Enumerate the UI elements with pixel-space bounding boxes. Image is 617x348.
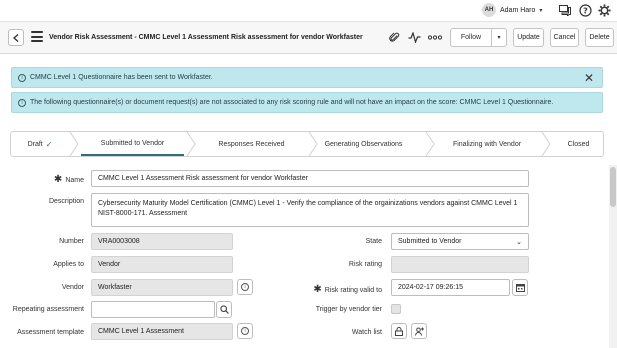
state-label: State: [365, 238, 382, 245]
chevron-down-icon: ⌄: [516, 238, 522, 246]
close-icon[interactable]: ✕: [584, 71, 594, 85]
follow-control: Follow ▾: [450, 28, 507, 47]
vertical-scrollbar[interactable]: [609, 165, 617, 348]
vendor-label: Vendor: [61, 284, 84, 291]
delete-button[interactable]: Delete: [585, 28, 614, 47]
attachment-icon[interactable]: [388, 30, 402, 44]
activity-icon[interactable]: [407, 30, 421, 44]
required-asterisk-icon: ✱: [313, 284, 322, 295]
risk-rating-valid-field[interactable]: 2024-02-17 09:26:15: [391, 279, 510, 296]
state-select[interactable]: Submitted to Vendor ⌄: [391, 233, 529, 250]
stage-draft: Draft ✓: [27, 139, 53, 149]
caret-down-icon: ▾: [497, 35, 501, 41]
name-label: ✱ Name: [53, 174, 84, 185]
stage-submitted-to-vendor: Submitted to Vendor: [81, 132, 184, 156]
watch-list-lock-button[interactable]: [391, 323, 407, 339]
caret-down-icon: ▾: [539, 7, 543, 14]
vendor-info-button[interactable]: i: [237, 279, 253, 295]
description-label: Description: [48, 198, 84, 205]
help-icon[interactable]: ?: [578, 3, 592, 17]
page-title: Vendor Risk Assessment - CMMC Level 1 As…: [49, 34, 363, 41]
lookup-button[interactable]: [216, 301, 232, 318]
update-button[interactable]: Update: [513, 28, 544, 47]
applies-to-label: Applies to: [53, 261, 84, 268]
lock-icon: [395, 326, 403, 336]
watch-list-label: Watch list: [351, 329, 382, 336]
alert-message: CMMC Level 1 Questionnaire has been sent…: [30, 74, 213, 81]
info-icon: i: [241, 283, 249, 291]
search-icon: [219, 305, 229, 314]
trigger-by-vendor-tier-label: Trigger by vendor tier: [315, 306, 382, 313]
process-flow: Draft ✓ Submitted to Vendor Responses Rec…: [10, 131, 604, 157]
avatar: AH: [482, 3, 496, 17]
repeating-assessment-field[interactable]: [91, 301, 215, 318]
stage-closed: Closed: [567, 140, 590, 148]
more-options-icon[interactable]: [428, 30, 442, 44]
user-menu[interactable]: AH Adam Haro ▾: [482, 3, 542, 17]
applies-to-field: Vendor: [91, 256, 233, 273]
chevron-left-icon: [13, 33, 19, 42]
assessment-template-label: Assessment template: [17, 329, 84, 336]
required-asterisk-icon: ✱: [53, 174, 63, 185]
gear-icon[interactable]: [597, 3, 611, 17]
info-alert: i CMMC Level 1 Questionnaire has been se…: [11, 67, 603, 88]
hamburger-menu-icon[interactable]: [31, 31, 43, 42]
trigger-by-vendor-tier-checkbox[interactable]: [391, 304, 401, 314]
name-field[interactable]: CMMC Level 1 Assessment Risk assessment …: [91, 170, 529, 187]
vendor-field: Workfaster: [91, 279, 233, 296]
cancel-button[interactable]: Cancel: [550, 28, 579, 47]
form-header: Vendor Risk Assessment - CMMC Level 1 As…: [0, 22, 617, 54]
alert-message: The following questionnaire(s) or docume…: [30, 99, 554, 106]
stage-responses-received: Responses Received: [218, 140, 285, 148]
back-button[interactable]: [8, 29, 24, 46]
chevron-divider: [425, 132, 435, 156]
chevron-divider: [541, 132, 551, 156]
follow-dropdown-button[interactable]: ▾: [491, 28, 507, 47]
calendar-icon: [515, 284, 525, 292]
info-icon: i: [18, 73, 26, 82]
info-icon: i: [241, 327, 249, 335]
top-bar: AH Adam Haro ▾ ?: [0, 0, 617, 22]
risk-rating-label: Risk rating: [348, 261, 382, 268]
calendar-button[interactable]: [512, 279, 528, 296]
number-field: VRA0003008: [91, 233, 233, 250]
chat-icon[interactable]: [558, 3, 572, 17]
template-info-button[interactable]: i: [237, 323, 253, 339]
scrollbar-thumb[interactable]: [610, 167, 616, 207]
stage-generating-observations: Generating Observations: [324, 140, 403, 148]
description-field[interactable]: Cybersecurity Maturity Model Certificati…: [91, 193, 529, 227]
info-alert: i The following questionnaire(s) or docu…: [11, 92, 603, 113]
info-icon: i: [18, 98, 26, 107]
repeating-assessment-label: Repeating assessment: [12, 306, 84, 313]
user-name: Adam Haro: [500, 6, 536, 14]
risk-rating-field: [391, 256, 529, 273]
watch-list-add-me-button[interactable]: [411, 323, 427, 339]
chevron-divider: [186, 132, 196, 156]
number-label: Number: [59, 238, 84, 245]
follow-button[interactable]: Follow: [450, 28, 492, 47]
stage-finalizing-with-vendor: Finalizing with Vendor: [452, 140, 522, 148]
svg-text:?: ?: [583, 6, 588, 15]
checkmark-icon: ✓: [45, 139, 53, 149]
add-user-icon: [414, 327, 424, 336]
chevron-divider: [69, 132, 79, 156]
risk-rating-valid-label: ✱ Risk rating valid to: [313, 284, 382, 295]
assessment-template-field: CMMC Level 1 Assessment: [91, 323, 233, 340]
